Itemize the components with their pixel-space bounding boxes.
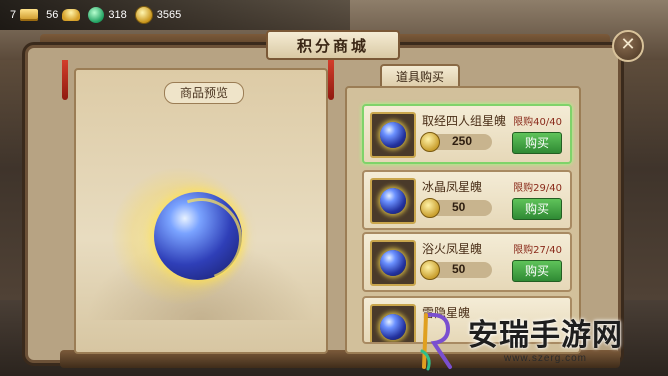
item-name: 取经四人组星魄 [422,114,507,128]
watermark-brand: 安瑞手游网 [468,317,623,353]
item-price: 50 [452,200,466,214]
buy-button[interactable]: 购买 [512,198,562,220]
shop-item[interactable]: 取经四人组星魄 限购40/40 250 购买 [362,104,572,164]
item-thumbnail [370,112,416,158]
resource-gold-value: 56 [46,9,59,21]
watermark: 安瑞手游网 www.szerg.com [418,306,668,376]
jade-icon [88,7,105,23]
star-soul-icon [380,314,406,340]
close-button[interactable]: ✕ [612,30,644,62]
points-coin-icon [420,260,440,280]
gold-icon [62,9,81,21]
buy-button[interactable]: 购买 [512,132,562,154]
item-name: 浴火凤星魄 [422,242,483,256]
preview-panel: 商品预览 [74,68,328,354]
brand-logo-icon [418,311,458,371]
resource-bar: 7 56 318 3565 [0,0,350,30]
watermark-text: 安瑞手游网 www.szerg.com [468,317,623,364]
resource-gold: 56 [46,9,81,21]
tab-item-purchase[interactable]: 道具购买 [380,64,460,88]
preview-label: 商品预览 [164,82,244,104]
watermark-url: www.szerg.com [503,352,587,364]
resource-jade: 318 [88,7,127,23]
item-limit: 限购29/40 [513,183,562,194]
resource-coin: 3565 [134,6,182,24]
star-soul-icon [380,250,406,276]
tassel-left [62,60,68,100]
item-name: 冰晶凤星魄 [422,180,483,194]
resource-ingot-value: 7 [10,9,17,21]
shop-item[interactable]: 浴火凤星魄 限购27/40 50 购买 [362,232,572,292]
resource-jade-value: 318 [108,9,127,21]
item-thumbnail [370,178,416,224]
item-thumbnail [370,240,416,286]
star-soul-icon [380,188,406,214]
coin-icon [134,6,153,24]
star-soul-icon [380,122,406,148]
points-coin-icon [420,132,440,152]
item-price: 50 [452,262,466,276]
tassel-right [328,60,334,100]
shop-item[interactable]: 冰晶凤星魄 限购29/40 50 购买 [362,170,572,230]
points-coin-icon [420,198,440,218]
item-thumbnail [370,304,416,342]
item-limit: 限购27/40 [513,245,562,256]
item-price: 250 [452,134,473,148]
window-title: 积分商城 [266,30,400,60]
ingot-icon [20,9,39,21]
buy-button[interactable]: 购买 [512,260,562,282]
resource-coin-value: 3565 [156,9,182,21]
resource-ingot: 7 [10,9,39,21]
item-limit: 限购40/40 [513,117,562,128]
